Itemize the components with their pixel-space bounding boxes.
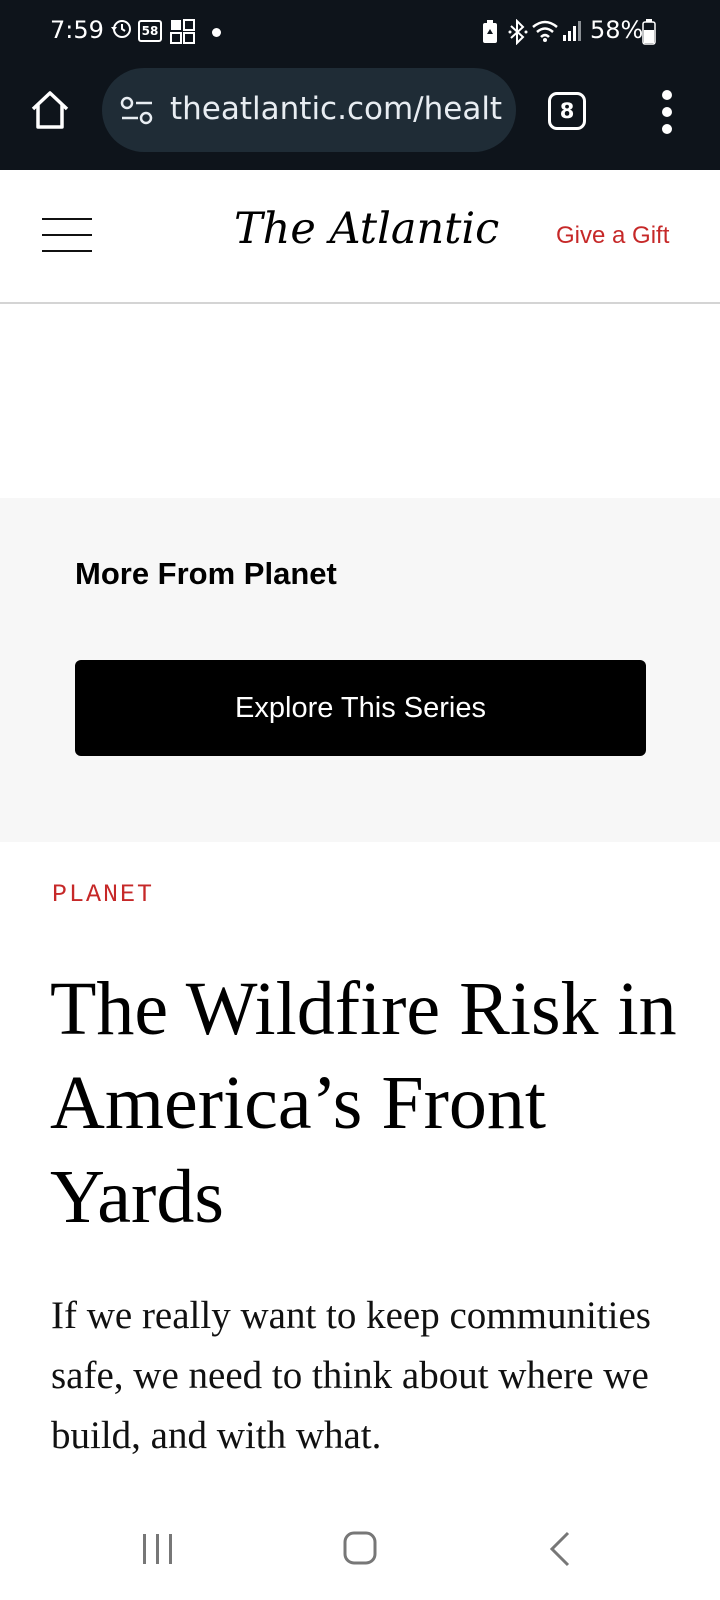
- grid-app-icon: [170, 19, 195, 44]
- address-bar[interactable]: theatlantic.com/healt: [102, 68, 516, 152]
- url-text[interactable]: theatlantic.com/healt: [170, 91, 504, 127]
- site-header: The Atlantic Give a Gift: [0, 170, 720, 304]
- back-icon[interactable]: [548, 1530, 572, 1568]
- explore-series-button[interactable]: Explore This Series: [75, 660, 646, 756]
- home-icon[interactable]: [28, 88, 72, 132]
- article-headline: The Wildfire Risk in America’s Front Yar…: [50, 967, 677, 1239]
- battery-percent: 58%: [590, 16, 644, 44]
- system-nav-bar: [0, 1496, 720, 1600]
- battery-icon: [642, 19, 656, 45]
- article-dek: If we really want to keep communities sa…: [51, 1294, 651, 1457]
- battery-saver-icon: [483, 20, 497, 43]
- home-nav-icon[interactable]: [342, 1530, 378, 1566]
- more-menu-icon[interactable]: [656, 90, 678, 134]
- history-icon: [111, 20, 131, 38]
- section-label[interactable]: PLANET: [52, 880, 154, 909]
- bluetooth-icon: [508, 19, 528, 45]
- browser-toolbar: theatlantic.com/healt 8: [0, 66, 720, 170]
- give-a-gift-link[interactable]: Give a Gift: [556, 222, 669, 250]
- promo-title: More From Planet: [75, 556, 337, 591]
- site-settings-icon[interactable]: [120, 96, 154, 126]
- site-logo[interactable]: The Atlantic: [234, 204, 499, 254]
- hamburger-menu-icon[interactable]: [42, 218, 92, 252]
- wifi-icon: [532, 20, 558, 42]
- series-promo: More From Planet Explore This Series: [0, 498, 720, 842]
- tabs-icon[interactable]: 8: [548, 92, 586, 130]
- status-time: 7:59: [50, 16, 104, 44]
- status-bar: 7:59 58 58%: [0, 0, 720, 66]
- notification-badge-icon: 58: [138, 20, 162, 42]
- signal-icon: [563, 21, 581, 41]
- dot-icon: [212, 28, 221, 37]
- recents-icon[interactable]: [140, 1532, 176, 1566]
